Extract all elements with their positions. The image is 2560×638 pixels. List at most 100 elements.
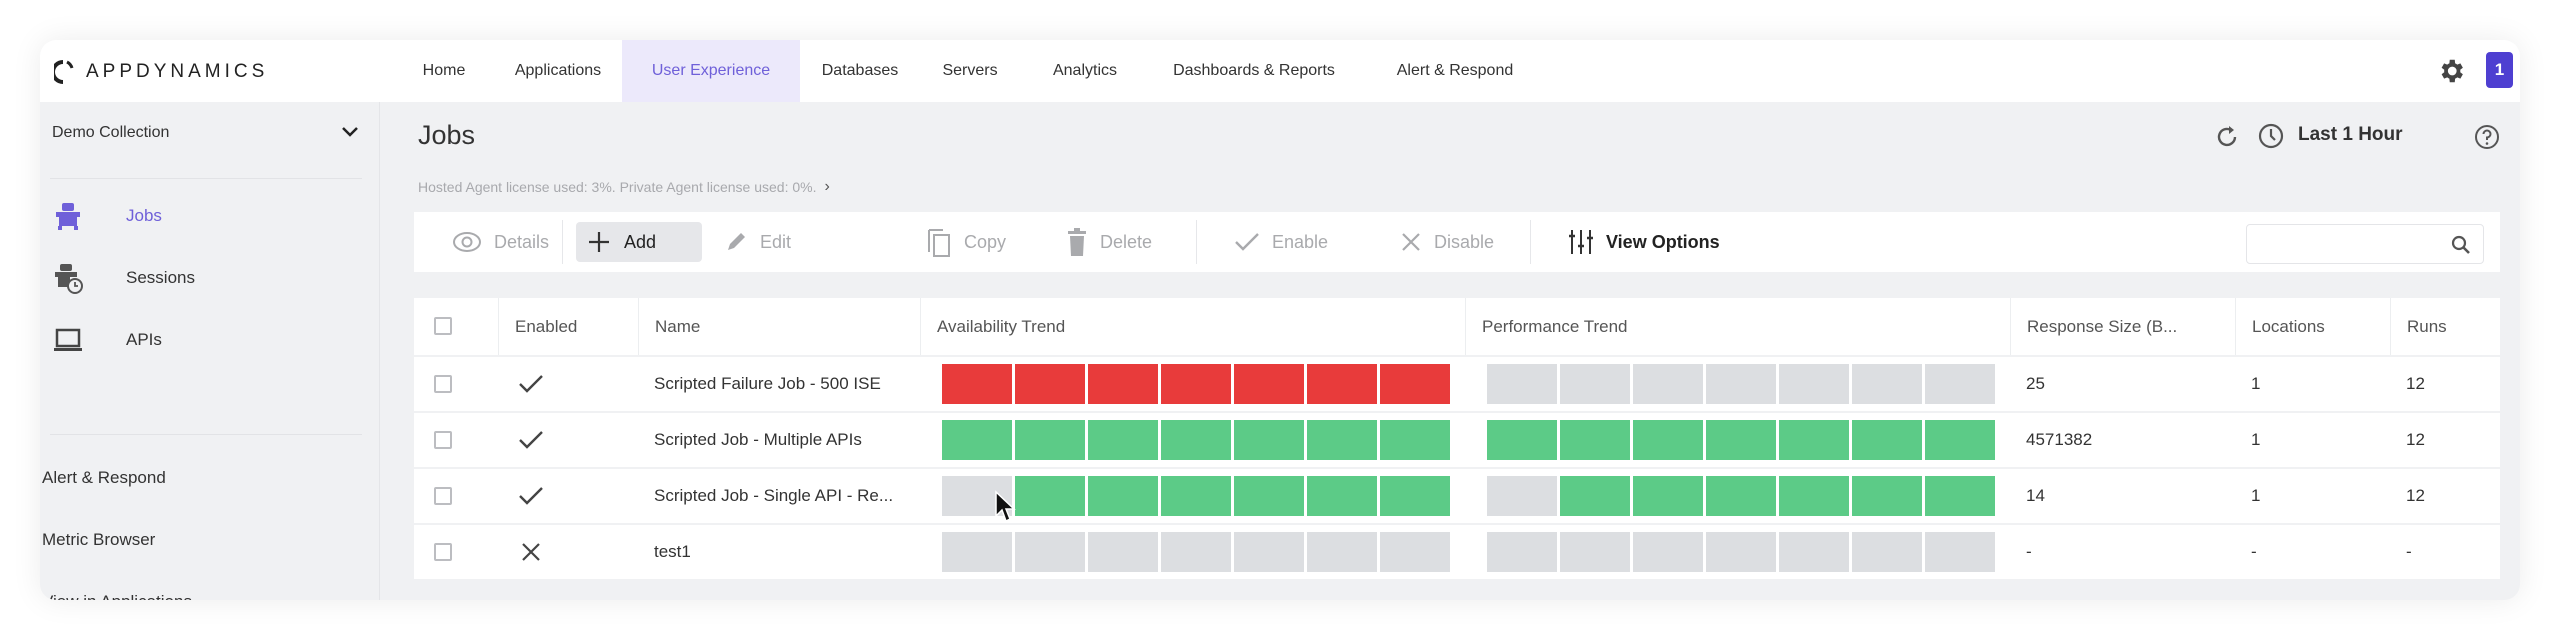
trend-segment-fail[interactable] <box>1307 364 1377 404</box>
job-name[interactable]: Scripted Job - Single API - Re... <box>638 469 920 523</box>
nav-tab-servers[interactable]: Servers <box>930 40 1010 102</box>
sidebar-item-apis[interactable]: APIs <box>40 320 370 360</box>
trend-segment-ok[interactable] <box>1779 420 1849 460</box>
row-checkbox[interactable] <box>434 487 452 505</box>
trend-segment-none[interactable] <box>1852 364 1922 404</box>
trend-segment-none[interactable] <box>1015 532 1085 572</box>
trend-segment-none[interactable] <box>1307 532 1377 572</box>
column-header-enabled[interactable]: Enabled <box>498 298 638 355</box>
search-box[interactable] <box>2246 224 2484 264</box>
sidebar-item-sessions[interactable]: Sessions <box>40 258 370 298</box>
job-name[interactable]: test1 <box>638 525 920 579</box>
logo[interactable]: APPDYNAMICS <box>54 60 268 84</box>
trend-segment-none[interactable] <box>1706 532 1776 572</box>
column-header-runs[interactable]: Runs <box>2390 298 2500 355</box>
trend-segment-fail[interactable] <box>1161 364 1231 404</box>
nav-tab-databases[interactable]: Databases <box>810 40 910 102</box>
search-input[interactable] <box>2247 225 2437 263</box>
trend-segment-ok[interactable] <box>1307 476 1377 516</box>
trend-segment-none[interactable] <box>1161 532 1231 572</box>
column-header-locations[interactable]: Locations <box>2235 298 2390 355</box>
column-header-performance-trend[interactable]: Performance Trend <box>1465 298 2010 355</box>
trend-segment-none[interactable] <box>1633 532 1703 572</box>
trend-segment-fail[interactable] <box>1015 364 1085 404</box>
disable-button[interactable]: Disable <box>1390 222 1504 262</box>
job-name[interactable]: Scripted Failure Job - 500 ISE <box>638 357 920 411</box>
trend-segment-ok[interactable] <box>1380 420 1450 460</box>
trend-segment-none[interactable] <box>1560 532 1630 572</box>
trend-segment-none[interactable] <box>1925 532 1995 572</box>
trend-segment-ok[interactable] <box>1015 420 1085 460</box>
enable-button[interactable]: Enable <box>1224 222 1338 262</box>
row-checkbox[interactable] <box>434 431 452 449</box>
trend-segment-ok[interactable] <box>1779 476 1849 516</box>
trend-segment-ok[interactable] <box>942 420 1012 460</box>
help-icon[interactable] <box>2472 122 2502 152</box>
time-range-selector[interactable]: Last 1 Hour <box>2298 124 2403 146</box>
trend-segment-ok[interactable] <box>1015 476 1085 516</box>
row-checkbox[interactable] <box>434 375 452 393</box>
trend-segment-ok[interactable] <box>1234 420 1304 460</box>
sidebar-link-alert-respond[interactable]: Alert & Respond <box>42 468 166 488</box>
collection-selector[interactable]: Demo Collection <box>52 124 169 142</box>
view-options-button[interactable]: View Options <box>1558 222 1730 262</box>
edit-button[interactable]: Edit <box>714 222 801 262</box>
notification-badge[interactable]: 1 <box>2486 52 2513 88</box>
add-button[interactable]: Add <box>576 222 702 262</box>
trend-segment-ok[interactable] <box>1307 420 1377 460</box>
settings-gear-icon[interactable] <box>2436 56 2466 86</box>
nav-tab-dashboards-reports[interactable]: Dashboards & Reports <box>1164 40 1344 102</box>
table-row[interactable]: test1 - - - <box>414 523 2500 579</box>
trend-segment-none[interactable] <box>1706 364 1776 404</box>
trend-segment-ok[interactable] <box>1925 476 1995 516</box>
nav-tab-analytics[interactable]: Analytics <box>1040 40 1130 102</box>
trend-segment-ok[interactable] <box>1234 476 1304 516</box>
trend-segment-none[interactable] <box>1779 532 1849 572</box>
trend-segment-none[interactable] <box>1088 532 1158 572</box>
trend-segment-fail[interactable] <box>942 364 1012 404</box>
availability-trend[interactable] <box>942 364 1450 404</box>
trend-segment-fail[interactable] <box>1380 364 1450 404</box>
nav-tab-alert-respond[interactable]: Alert & Respond <box>1382 40 1528 102</box>
trend-segment-ok[interactable] <box>1633 476 1703 516</box>
column-header-response-size[interactable]: Response Size (B... <box>2010 298 2235 355</box>
details-button[interactable]: Details <box>442 222 559 262</box>
performance-trend[interactable] <box>1487 476 1995 516</box>
trend-segment-ok[interactable] <box>1706 476 1776 516</box>
table-row[interactable]: Scripted Job - Single API - Re... 14 1 12 <box>414 467 2500 523</box>
sidebar-link-metric-browser[interactable]: Metric Browser <box>42 530 155 550</box>
column-header-name[interactable]: Name <box>638 298 920 355</box>
sidebar-link-view-in-applications[interactable]: View in Applications <box>42 592 192 600</box>
trend-segment-none[interactable] <box>1852 532 1922 572</box>
trend-segment-ok[interactable] <box>1925 420 1995 460</box>
row-checkbox[interactable] <box>434 543 452 561</box>
trend-segment-ok[interactable] <box>1088 476 1158 516</box>
trend-segment-none[interactable] <box>1234 532 1304 572</box>
table-row[interactable]: Scripted Job - Multiple APIs 4571382 1 12 <box>414 411 2500 467</box>
trend-segment-none[interactable] <box>942 532 1012 572</box>
trend-segment-ok[interactable] <box>1487 420 1557 460</box>
availability-trend[interactable] <box>942 476 1450 516</box>
chevron-right-icon[interactable]: › <box>824 178 829 196</box>
delete-button[interactable]: Delete <box>1056 222 1162 262</box>
trend-segment-ok[interactable] <box>1161 476 1231 516</box>
trend-segment-ok[interactable] <box>1852 420 1922 460</box>
trend-segment-fail[interactable] <box>1088 364 1158 404</box>
performance-trend[interactable] <box>1487 364 1995 404</box>
trend-segment-ok[interactable] <box>1560 476 1630 516</box>
trend-segment-none[interactable] <box>1925 364 1995 404</box>
copy-button[interactable]: Copy <box>916 222 1016 262</box>
trend-segment-fail[interactable] <box>1234 364 1304 404</box>
license-usage[interactable]: Hosted Agent license used: 3%. Private A… <box>418 178 830 196</box>
trend-segment-none[interactable] <box>1560 364 1630 404</box>
nav-tab-user-experience[interactable]: User Experience <box>622 40 800 102</box>
performance-trend[interactable] <box>1487 532 1995 572</box>
column-header-availability-trend[interactable]: Availability Trend <box>920 298 1465 355</box>
sidebar-item-jobs[interactable]: Jobs <box>40 196 370 236</box>
performance-trend[interactable] <box>1487 420 1995 460</box>
trend-segment-ok[interactable] <box>1161 420 1231 460</box>
trend-segment-none[interactable] <box>1380 532 1450 572</box>
search-icon[interactable] <box>2451 235 2471 255</box>
refresh-icon[interactable] <box>2212 122 2242 152</box>
trend-segment-none[interactable] <box>1487 532 1557 572</box>
